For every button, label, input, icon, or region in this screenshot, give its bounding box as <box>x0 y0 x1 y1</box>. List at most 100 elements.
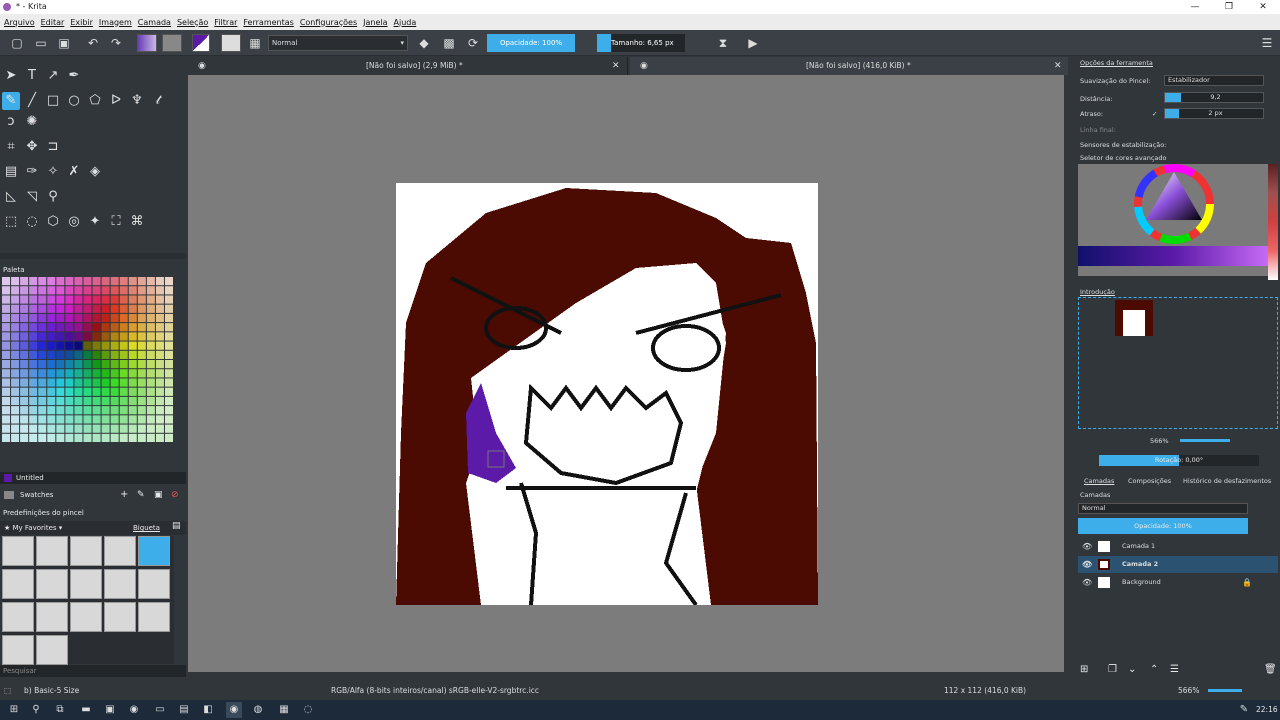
menu-editar[interactable]: Editar <box>41 18 65 27</box>
menu-imagem[interactable]: Imagem <box>99 18 132 27</box>
palette-swatch[interactable] <box>128 415 137 424</box>
palette-swatch[interactable] <box>38 387 47 396</box>
palette-swatch[interactable] <box>164 323 173 332</box>
palette-swatch[interactable] <box>47 341 56 350</box>
similar-select-tool-icon[interactable]: ⛶ <box>107 213 125 231</box>
palette-swatch[interactable] <box>155 304 164 313</box>
palette-swatch[interactable] <box>164 369 173 378</box>
pattern-selector[interactable] <box>162 34 182 52</box>
palette-swatch[interactable] <box>11 424 20 433</box>
palette-swatch[interactable] <box>110 433 119 442</box>
advanced-color-selector[interactable] <box>1078 164 1270 276</box>
palette-swatch[interactable] <box>119 406 128 415</box>
task-view-icon[interactable]: ⧉ <box>52 702 68 718</box>
palette-swatch[interactable] <box>146 332 155 341</box>
preset-tag-select[interactable]: ★ My Favorites ▾ <box>4 522 118 534</box>
brush-preset-tile[interactable] <box>2 569 34 599</box>
palette-swatch[interactable] <box>83 360 92 369</box>
palette-swatch[interactable] <box>29 286 38 295</box>
hue-ring[interactable] <box>1078 164 1270 276</box>
palette-swatch[interactable] <box>110 277 119 286</box>
rectangle-tool-icon[interactable]: □ <box>44 92 62 110</box>
palette-swatch[interactable] <box>146 350 155 359</box>
palette-swatch[interactable] <box>38 406 47 415</box>
move-layer-up-icon[interactable]: ⌃ <box>1150 662 1158 678</box>
palette-swatch[interactable] <box>164 286 173 295</box>
menu-arquivo[interactable]: Arquivo <box>4 18 35 27</box>
palette-swatch[interactable] <box>11 323 20 332</box>
palette-name-row[interactable]: Untitled <box>0 472 186 484</box>
palette-swatch[interactable] <box>155 323 164 332</box>
blend-mode-select[interactable]: Normal <box>268 35 408 51</box>
fill-tool-icon[interactable]: ◈ <box>86 163 104 181</box>
palette-swatch[interactable] <box>74 286 83 295</box>
reload-preset-icon[interactable]: ⟳ <box>464 34 482 52</box>
palette-swatch[interactable] <box>20 424 29 433</box>
palette-swatch[interactable] <box>101 286 110 295</box>
palette-swatch[interactable] <box>92 277 101 286</box>
palette-swatch[interactable] <box>56 332 65 341</box>
palette-swatch[interactable] <box>11 332 20 341</box>
palette-swatch[interactable] <box>146 406 155 415</box>
palette-swatch[interactable] <box>47 424 56 433</box>
rect-select-tool-icon[interactable]: ⬚ <box>2 213 20 231</box>
palette-swatch[interactable] <box>164 424 173 433</box>
palette-swatch[interactable] <box>119 277 128 286</box>
palette-swatch[interactable] <box>56 433 65 442</box>
color-swap-icon[interactable] <box>192 34 210 52</box>
palette-swatch[interactable] <box>146 313 155 323</box>
palette-swatch[interactable] <box>92 415 101 424</box>
palette-swatch[interactable] <box>47 286 56 295</box>
tab-layers[interactable]: Camadas <box>1084 477 1114 485</box>
bezier-tool-icon[interactable]: ♆ <box>128 92 146 110</box>
polyline-tool-icon[interactable]: ᐅ <box>107 92 125 110</box>
palette-swatch[interactable] <box>128 378 137 387</box>
palette-swatch[interactable] <box>65 396 74 406</box>
palette-swatch[interactable] <box>83 378 92 387</box>
palette-swatch[interactable] <box>164 341 173 350</box>
palette-swatch[interactable] <box>119 396 128 406</box>
ellipse-select-tool-icon[interactable]: ◌ <box>23 213 41 231</box>
palette-swatch[interactable] <box>56 360 65 369</box>
palette-swatch[interactable] <box>92 424 101 433</box>
brush-preset-tile[interactable] <box>70 569 102 599</box>
palette-swatch[interactable] <box>155 378 164 387</box>
palette-swatch[interactable] <box>137 304 146 313</box>
drawing-canvas[interactable] <box>396 183 818 605</box>
palette-swatch[interactable] <box>29 415 38 424</box>
palette-swatch[interactable] <box>119 360 128 369</box>
palette-swatch[interactable] <box>119 304 128 313</box>
zoom-slider[interactable] <box>1180 439 1230 442</box>
palette-swatch[interactable] <box>38 295 47 304</box>
visibility-eye-icon[interactable]: 👁 <box>1082 556 1092 573</box>
palette-swatch[interactable] <box>11 369 20 378</box>
palette-swatch[interactable] <box>83 286 92 295</box>
palette-swatch[interactable] <box>83 341 92 350</box>
pen-tray-icon[interactable]: ✎ <box>1236 702 1252 718</box>
palette-swatch[interactable] <box>56 323 65 332</box>
palette-swatch[interactable] <box>56 295 65 304</box>
palette-swatch[interactable] <box>29 277 38 286</box>
layer-row[interactable]: 👁 Background 🔒 <box>1078 574 1278 591</box>
palette-swatch[interactable] <box>65 313 74 323</box>
palette-swatch[interactable] <box>155 387 164 396</box>
palette-swatch[interactable] <box>56 369 65 378</box>
palette-swatch[interactable] <box>65 433 74 442</box>
palette-swatch[interactable] <box>2 313 11 323</box>
palette-swatch[interactable] <box>20 341 29 350</box>
palette-swatch[interactable] <box>83 406 92 415</box>
palette-swatch[interactable] <box>65 406 74 415</box>
palette-swatch[interactable] <box>101 304 110 313</box>
palette-swatch[interactable] <box>47 387 56 396</box>
brush-preset-tile[interactable] <box>138 536 170 566</box>
layer-properties-icon[interactable]: ☰ <box>1170 662 1179 678</box>
palette-swatch[interactable] <box>20 396 29 406</box>
palette-swatch[interactable] <box>38 277 47 286</box>
palette-swatch[interactable] <box>2 415 11 424</box>
layer-blend-select[interactable]: Normal <box>1078 503 1248 514</box>
palette-swatch[interactable] <box>83 332 92 341</box>
palette-swatch[interactable] <box>137 424 146 433</box>
document-tab-2[interactable]: ◉ [Não foi salvo] (416,0 KiB) * ✕ <box>630 57 1068 75</box>
palette-swatch[interactable] <box>128 295 137 304</box>
palette-swatch[interactable] <box>110 396 119 406</box>
